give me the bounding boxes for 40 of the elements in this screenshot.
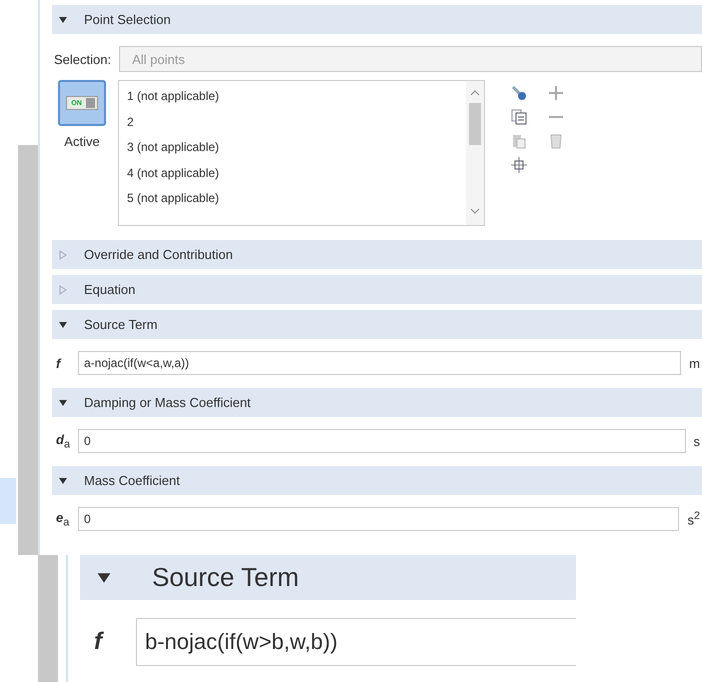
section-header[interactable]: Equation <box>52 275 702 304</box>
section-header[interactable]: Point Selection <box>52 5 702 34</box>
expanded-icon <box>58 476 68 486</box>
section-header[interactable]: Damping or Mass Coefficient <box>52 388 702 417</box>
pointer-icon[interactable] <box>511 85 527 101</box>
point-list[interactable]: 1 (not applicable) 2 3 (not applicable) 4 (not applicable) 5 (not applicable) <box>118 80 485 226</box>
symbol-label: f <box>56 356 62 370</box>
active-label: Active <box>64 134 100 149</box>
list-item[interactable]: 3 (not applicable) <box>127 137 466 162</box>
input-field[interactable]: a-nojac(if(w<a,w,a)) <box>78 351 682 375</box>
unit-label: s <box>694 434 701 448</box>
unit-label: s$^{2}$ <box>687 510 701 528</box>
unit-label: m <box>689 356 701 370</box>
collapsed-icon <box>58 250 68 260</box>
list-item[interactable]: 5 (not applicable) <box>127 188 466 214</box>
section-header[interactable]: Mass Coefficient <box>52 466 702 495</box>
list-item[interactable]: 4 (not applicable) <box>127 162 466 188</box>
scrollbar[interactable] <box>466 81 484 225</box>
expanded-icon <box>58 398 68 408</box>
section-header[interactable]: Override and Contribution <box>52 240 702 269</box>
collapsed-icon <box>58 284 68 294</box>
list-item[interactable]: 1 (not applicable) <box>127 86 466 112</box>
add-icon[interactable] <box>549 85 563 101</box>
selection-highlight <box>0 478 16 524</box>
zoom-to-selection-icon[interactable] <box>511 157 527 173</box>
copy-list-icon[interactable] <box>511 109 527 125</box>
symbol-label: d$_{a}$ <box>56 432 70 450</box>
input-field[interactable]: b-nojac(if(w>b,w,b)) <box>136 618 576 666</box>
input-field[interactable]: 0 <box>78 429 686 453</box>
input-field[interactable]: 0 <box>78 507 680 531</box>
symbol-label: e$_{a}$ <box>56 510 70 528</box>
clear-icon[interactable] <box>549 133 563 149</box>
list-item[interactable]: 2 <box>127 112 466 137</box>
paste-icon[interactable] <box>511 133 527 149</box>
selection-label: Selection: <box>53 52 112 66</box>
symbol-label: f <box>94 628 105 656</box>
expanded-icon <box>58 320 68 330</box>
section-header[interactable]: Source Term <box>52 310 702 339</box>
expanded-icon <box>58 14 68 24</box>
section-header[interactable]: Source Term <box>80 555 576 600</box>
